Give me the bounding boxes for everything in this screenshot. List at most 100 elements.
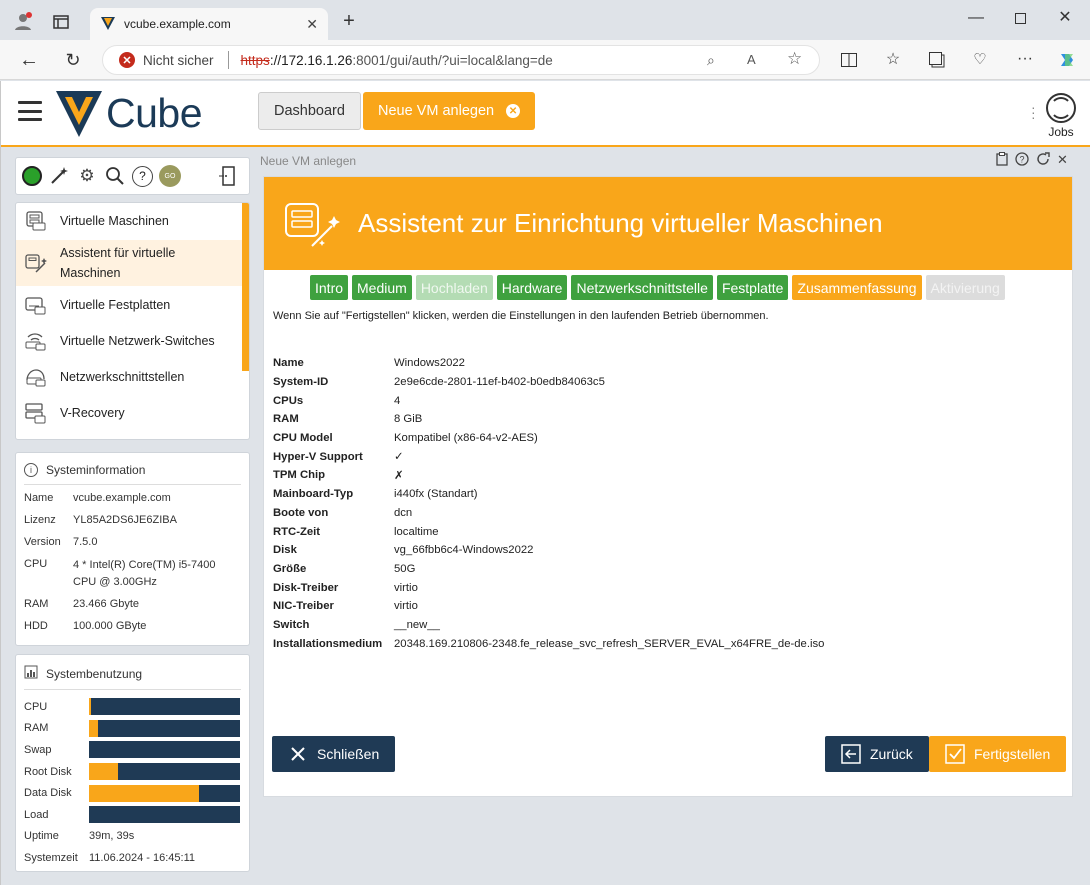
tab-actions-icon[interactable] <box>52 14 70 30</box>
summary-value: ✓ <box>394 451 404 464</box>
status-indicator-icon[interactable] <box>22 166 42 186</box>
tab-title: vcube.example.com <box>124 17 231 31</box>
wizard-step-hardware[interactable]: Hardware <box>496 275 568 300</box>
usage-bar-fill <box>89 763 118 781</box>
wizard-step-hochladen[interactable]: Hochladen <box>415 275 493 300</box>
summary-value: 2e9e6cde-2801-11ef-b402-b0edb84063c5 <box>394 376 605 389</box>
summary-value: ✗ <box>394 469 404 482</box>
summary-value: Kompatibel (x86-64-v2-AES) <box>394 432 538 445</box>
window-close-icon[interactable]: ✕ <box>1055 7 1075 27</box>
jobs-button[interactable]: Jobs <box>1046 93 1076 139</box>
magic-wand-icon[interactable] <box>48 165 70 187</box>
usage-row: Swap <box>24 739 241 761</box>
wizard-step-festplatte[interactable]: Festplatte <box>716 275 789 300</box>
wizard-step-netzwerkschnittstelle[interactable]: Netzwerkschnittstelle <box>571 275 713 300</box>
page-title: Assistent zur Einrichtung virtueller Mas… <box>358 208 883 238</box>
close-icon[interactable]: ✕ <box>1057 152 1068 169</box>
finish-hint: Wenn Sie auf "Fertigstellen" klicken, we… <box>273 310 769 322</box>
new-tab-icon[interactable]: + <box>340 10 358 32</box>
tab-close-icon[interactable]: ✕ <box>306 16 318 33</box>
summary-row: System-ID 2e9e6cde-2801-11ef-b402-b0edb84… <box>273 373 824 392</box>
close-button-label: Schließen <box>317 746 380 762</box>
sysinfo-row: Version 7.5.0 <box>24 535 241 549</box>
usage-bar <box>89 806 240 824</box>
url-field[interactable]: ✕ Nicht sicher https://172.16.1.26:8001/… <box>102 45 820 75</box>
copilot-icon[interactable] <box>1056 49 1078 71</box>
back-arrow-icon[interactable]: ← <box>18 49 40 71</box>
maximize-icon[interactable] <box>1010 8 1030 28</box>
summary-value: dcn <box>394 506 413 519</box>
search-icon[interactable] <box>104 165 126 187</box>
sidebar-item-virtual-switches[interactable]: Virtuelle Netzwerk-Switches <box>16 329 242 353</box>
browser-essentials-icon[interactable]: ♡ <box>971 50 989 68</box>
sidebar-item-label: Assistent für virtuelle Maschinen <box>60 246 176 280</box>
back-arrow-icon <box>841 744 861 764</box>
sidebar-item-vm-wizard[interactable]: Assistent für virtuelle Maschinen <box>16 240 242 286</box>
split-screen-icon[interactable] <box>840 51 858 69</box>
usage-bar-fill <box>89 719 99 737</box>
summary-key: Boote von <box>273 506 329 519</box>
profile-icon[interactable] <box>12 10 34 32</box>
browser-tab[interactable]: vcube.example.com ✕ <box>90 8 328 40</box>
help-icon[interactable]: ? <box>1015 152 1029 169</box>
minimize-icon[interactable]: — <box>966 8 986 28</box>
panel-window-controls: ? ✕ <box>996 152 1068 169</box>
sidebar-scrollbar[interactable] <box>242 203 249 371</box>
vm-wizard-banner-icon <box>285 202 340 247</box>
system-usage-panel: Systembenutzung CPU RAM Swap Root Disk Data … <box>15 654 250 872</box>
summary-table: Name Windows2022 System-ID 2e9e6cde-2801-11… <box>273 354 824 653</box>
usage-row: CPU <box>24 696 241 718</box>
uptime-row: Uptime 39m, 39s <box>24 826 241 848</box>
close-button[interactable]: Schließen <box>272 736 396 772</box>
sidebar-item-v-recovery[interactable]: V-Recovery <box>16 401 242 425</box>
summary-value: 8 GiB <box>394 413 423 426</box>
sidebar-item-virtual-machines[interactable]: Virtuelle Maschinen <box>16 209 242 233</box>
summary-key: Hyper-V Support <box>273 450 363 463</box>
hamburger-menu-icon[interactable] <box>18 101 42 121</box>
favorite-star-icon[interactable]: ☆ <box>787 49 802 69</box>
read-aloud-icon[interactable]: A <box>747 52 756 67</box>
usage-label: Swap <box>24 743 52 756</box>
zoom-icon[interactable]: ⌕ <box>707 52 715 69</box>
finish-button[interactable]: Fertigstellen <box>929 736 1067 772</box>
usage-label: CPU <box>24 700 48 713</box>
go-icon[interactable]: GO <box>159 165 181 187</box>
kebab-menu-icon[interactable]: · · · <box>1031 100 1036 124</box>
help-icon[interactable]: ? <box>132 165 153 187</box>
exit-door-icon[interactable] <box>217 165 239 187</box>
summary-value: 50G <box>394 562 416 575</box>
jobs-icon <box>1046 93 1076 123</box>
wizard-step-zusammenfassung[interactable]: Zusammenfassung <box>792 275 922 300</box>
not-secure-label[interactable]: Nicht sicher <box>143 53 214 68</box>
url-scheme: https <box>240 52 270 68</box>
reload-icon[interactable]: ↻ <box>62 50 84 70</box>
sidebar-item-label: Virtuelle Netzwerk-Switches <box>60 334 215 348</box>
sidebar-item-virtual-disks[interactable]: Virtuelle Festplatten <box>16 293 242 317</box>
usage-bar <box>89 763 240 781</box>
back-button[interactable]: Zurück <box>825 736 929 772</box>
refresh-icon[interactable] <box>1036 152 1050 169</box>
wizard-step-intro[interactable]: Intro <box>310 275 349 300</box>
collections-icon[interactable] <box>928 51 946 69</box>
wizard-step-medium[interactable]: Medium <box>352 275 412 300</box>
sidebar-item-network-interfaces[interactable]: Netzwerkschnittstellen <box>16 365 242 389</box>
sidebar-item-label: V-Recovery <box>60 406 125 420</box>
favorites-icon[interactable]: ☆ <box>884 50 902 68</box>
more-menu-icon[interactable]: ··· <box>1014 50 1036 68</box>
clipboard-icon[interactable] <box>996 152 1008 169</box>
summary-row: Mainboard-Typ i440fx (Standart) <box>273 485 824 504</box>
new-vm-tab-button[interactable]: Neue VM anlegen ✕ <box>363 92 536 130</box>
systime-value: 11.06.2024 - 16:45:11 <box>89 851 196 864</box>
summary-key: NIC-Treiber <box>273 600 334 613</box>
sysinfo-key: CPU <box>24 558 48 570</box>
breadcrumb: Neue VM anlegen <box>260 154 357 168</box>
dashboard-button[interactable]: Dashboard <box>258 92 361 130</box>
sysinfo-key: RAM <box>24 598 49 610</box>
summary-key: Switch <box>273 618 310 631</box>
summary-key: Disk-Treiber <box>273 581 339 594</box>
close-tab-icon[interactable]: ✕ <box>506 104 521 118</box>
vcube-favicon-icon <box>100 15 116 34</box>
usage-label: Root Disk <box>24 765 72 778</box>
summary-key: Name <box>273 357 304 370</box>
gear-icon[interactable]: ⚙ <box>76 165 98 187</box>
